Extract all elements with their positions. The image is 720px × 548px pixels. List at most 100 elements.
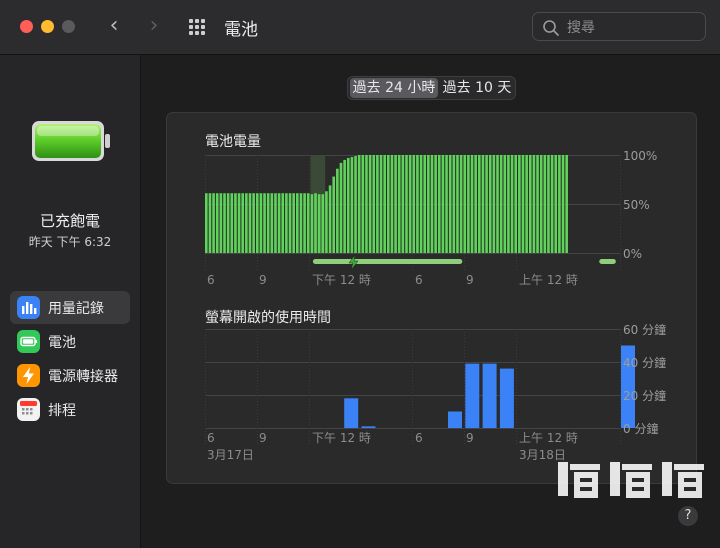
battery-bar bbox=[372, 155, 376, 253]
battery-bar bbox=[419, 155, 423, 253]
battery-bar bbox=[499, 155, 503, 253]
show-all-grid-icon[interactable] bbox=[189, 19, 207, 35]
screen-time-bar bbox=[344, 398, 359, 428]
search-field[interactable] bbox=[532, 12, 706, 41]
range-10d-button[interactable]: 過去 10 天 bbox=[440, 78, 514, 98]
battery-status-time: 昨天 下午 6:32 bbox=[28, 235, 112, 249]
battery-bar bbox=[467, 155, 470, 253]
battery-bar bbox=[379, 155, 383, 253]
sidebar-item-usage-history[interactable]: 用量記錄 bbox=[10, 291, 130, 324]
battery-bar bbox=[561, 155, 565, 253]
screen-xtick: 下午 12 時 bbox=[312, 431, 371, 445]
battery-bar bbox=[478, 155, 481, 253]
battery-status: 已充飽電 bbox=[39, 212, 100, 230]
battery-bar bbox=[266, 193, 270, 253]
battery-bar bbox=[248, 193, 252, 253]
charging-period-bar bbox=[312, 259, 463, 264]
battery-bar bbox=[223, 193, 226, 253]
charging-period-bar bbox=[599, 259, 616, 264]
title-bar: ‹ › 電池 bbox=[0, 0, 720, 55]
sidebar-item-battery[interactable]: 電池 bbox=[10, 325, 130, 358]
battery-bar bbox=[303, 193, 306, 253]
forward-icon[interactable]: › bbox=[142, 14, 166, 38]
battery-bar bbox=[259, 193, 263, 253]
search-icon bbox=[543, 20, 559, 36]
battery-bar bbox=[485, 155, 488, 253]
battery-bar bbox=[521, 155, 525, 253]
screen-xtick: 9 bbox=[259, 431, 267, 445]
battery-bar bbox=[543, 155, 547, 253]
battery-bar bbox=[241, 193, 245, 253]
battery-bar bbox=[397, 155, 401, 253]
screen-xtick: 上午 12 時 bbox=[519, 431, 578, 445]
battery-bar bbox=[441, 155, 445, 253]
battery-bar bbox=[314, 193, 317, 253]
screen-ytick: 60 分鐘 bbox=[623, 322, 666, 337]
zoom-window-button[interactable] bbox=[62, 20, 75, 33]
battery-bar bbox=[445, 155, 448, 253]
battery-bar bbox=[503, 155, 507, 253]
minimize-window-button[interactable] bbox=[41, 20, 54, 33]
sidebar-item-power-adapter[interactable]: 電源轉接器 bbox=[10, 359, 130, 392]
battery-bar bbox=[350, 156, 354, 253]
search-input[interactable] bbox=[565, 17, 699, 38]
sidebar-item-schedule[interactable]: 排程 bbox=[10, 393, 130, 426]
battery-xtick: 6 bbox=[415, 273, 423, 287]
battery-bar bbox=[299, 193, 303, 253]
battery-bar bbox=[463, 155, 467, 253]
battery-bar bbox=[234, 193, 237, 253]
battery-bar bbox=[390, 155, 394, 253]
battery-xtick: 9 bbox=[259, 273, 267, 287]
battery-bar bbox=[263, 193, 266, 253]
screen-xtick: 9 bbox=[466, 431, 474, 445]
close-window-button[interactable] bbox=[20, 20, 33, 33]
battery-bar bbox=[328, 185, 332, 253]
battery-bar bbox=[492, 155, 496, 253]
screen-time-bar bbox=[482, 363, 497, 428]
battery-bar bbox=[539, 155, 543, 253]
time-range-selector: 過去 24 小時 過去 10 天 bbox=[347, 76, 516, 100]
battery-bar bbox=[245, 193, 248, 253]
battery-bar bbox=[212, 193, 215, 253]
screen-time-bar bbox=[448, 411, 462, 428]
battery-bar bbox=[339, 162, 343, 253]
usage-panel: 電池電量 螢幕開啟的使用時間 100% 50% 0% 6 9 下午 12 時 6… bbox=[166, 112, 697, 484]
battery-bar bbox=[437, 155, 441, 253]
sidebar-item-label: 用量記錄 bbox=[48, 301, 104, 317]
back-icon[interactable]: ‹ bbox=[102, 14, 126, 38]
battery-bar bbox=[470, 155, 474, 253]
range-24h-button[interactable]: 過去 24 小時 bbox=[350, 78, 438, 98]
battery-bar bbox=[215, 193, 219, 253]
battery-bar bbox=[496, 155, 499, 253]
battery-bar bbox=[412, 155, 416, 253]
battery-bar bbox=[296, 193, 299, 253]
battery-bar bbox=[514, 155, 518, 253]
battery-bar bbox=[357, 155, 361, 253]
battery-bar bbox=[277, 193, 281, 253]
battery-bar bbox=[325, 191, 328, 253]
battery-bar bbox=[405, 155, 408, 253]
battery-bar bbox=[237, 193, 241, 253]
battery-bar bbox=[423, 155, 427, 253]
battery-bar bbox=[219, 193, 223, 253]
battery-bar bbox=[448, 155, 452, 253]
battery-bar bbox=[310, 194, 314, 253]
battery-level-chart: 100% 50% 0% 6 9 下午 12 時 6 9 上午 12 時 bbox=[205, 149, 657, 287]
battery-bar bbox=[474, 155, 477, 253]
battery-bar bbox=[208, 193, 212, 253]
sidebar: 已充飽電 昨天 下午 6:32 用量記錄 電池 電源轉接器 排程 bbox=[0, 55, 141, 548]
screen-xtick: 6 bbox=[207, 431, 215, 445]
battery-bar bbox=[525, 155, 528, 253]
battery-bar bbox=[459, 155, 463, 253]
battery-bar bbox=[332, 176, 336, 253]
battery-bar bbox=[558, 155, 561, 253]
battery-xtick: 上午 12 時 bbox=[519, 273, 578, 287]
help-button[interactable]: ? bbox=[678, 506, 698, 526]
screen-time-bar bbox=[499, 368, 514, 428]
battery-bar bbox=[554, 155, 558, 253]
battery-bar bbox=[281, 193, 285, 253]
battery-bar bbox=[528, 155, 532, 253]
battery-bar bbox=[376, 155, 379, 253]
battery-ytick: 0% bbox=[623, 247, 642, 261]
battery-bar bbox=[510, 155, 514, 253]
